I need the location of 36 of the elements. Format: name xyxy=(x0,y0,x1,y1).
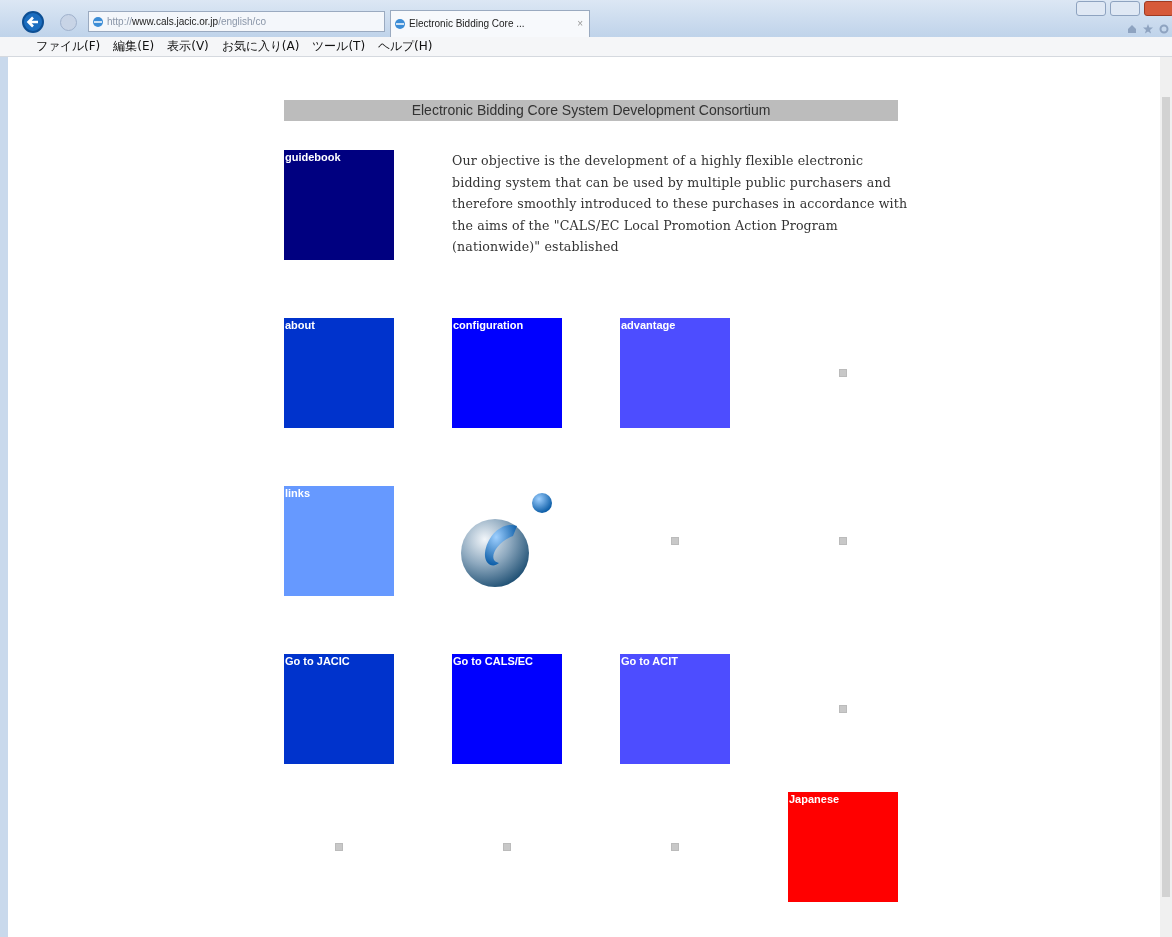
tile-link[interactable]: advantage xyxy=(620,318,730,428)
intro-paragraph: Our objective is the development of a highly flexible electronic bidding system that can be used by multiple public purchasers and therefore smoothly introduced to these purchases in accordance with the aims of the "CALS/EC Local Promotion Action Program (nationwide)" established xyxy=(452,152,908,256)
settings-icon[interactable] xyxy=(1159,24,1169,34)
star-icon[interactable] xyxy=(1143,24,1153,34)
menu-item[interactable]: ツール(T) xyxy=(312,37,366,56)
broken-image-icon xyxy=(335,843,343,851)
back-button[interactable] xyxy=(22,11,44,33)
forward-button[interactable] xyxy=(60,14,77,31)
browser-tab[interactable]: Electronic Bidding Core ... × xyxy=(390,10,590,37)
home-icon[interactable] xyxy=(1127,24,1137,34)
menu-item[interactable]: ヘルプ(H) xyxy=(378,37,433,56)
broken-image-icon xyxy=(839,705,847,713)
tile-link[interactable]: configuration xyxy=(452,318,562,428)
tile-link[interactable]: guidebook xyxy=(284,150,394,260)
close-button[interactable] xyxy=(1144,1,1172,16)
menu-item[interactable]: 表示(V) xyxy=(167,37,209,56)
maximize-button[interactable] xyxy=(1110,1,1140,16)
minimize-button[interactable] xyxy=(1076,1,1106,16)
tile-link[interactable]: Go to ACIT xyxy=(620,654,730,764)
broken-image-icon xyxy=(671,537,679,545)
tile-link[interactable]: about xyxy=(284,318,394,428)
broken-image-icon xyxy=(503,843,511,851)
tile-link[interactable]: Go to CALS/EC xyxy=(452,654,562,764)
menu-item[interactable]: 編集(E) xyxy=(113,37,155,56)
menu-item[interactable]: お気に入り(A) xyxy=(221,37,300,56)
tile-link[interactable]: Japanese xyxy=(788,792,898,902)
page-title: Electronic Bidding Core System Development Consortium xyxy=(284,100,898,121)
browser-icon xyxy=(394,18,406,30)
tile-link[interactable]: Go to JACIC xyxy=(284,654,394,764)
scrollbar[interactable] xyxy=(1160,57,1172,937)
broken-image-icon xyxy=(671,843,679,851)
broken-image-icon xyxy=(839,537,847,545)
browser-icon xyxy=(92,16,104,28)
menu-item[interactable]: ファイル(F) xyxy=(36,37,101,56)
broken-image-icon xyxy=(839,369,847,377)
address-field[interactable]: http://www.cals.jacic.or.jp/english/co xyxy=(88,11,385,32)
